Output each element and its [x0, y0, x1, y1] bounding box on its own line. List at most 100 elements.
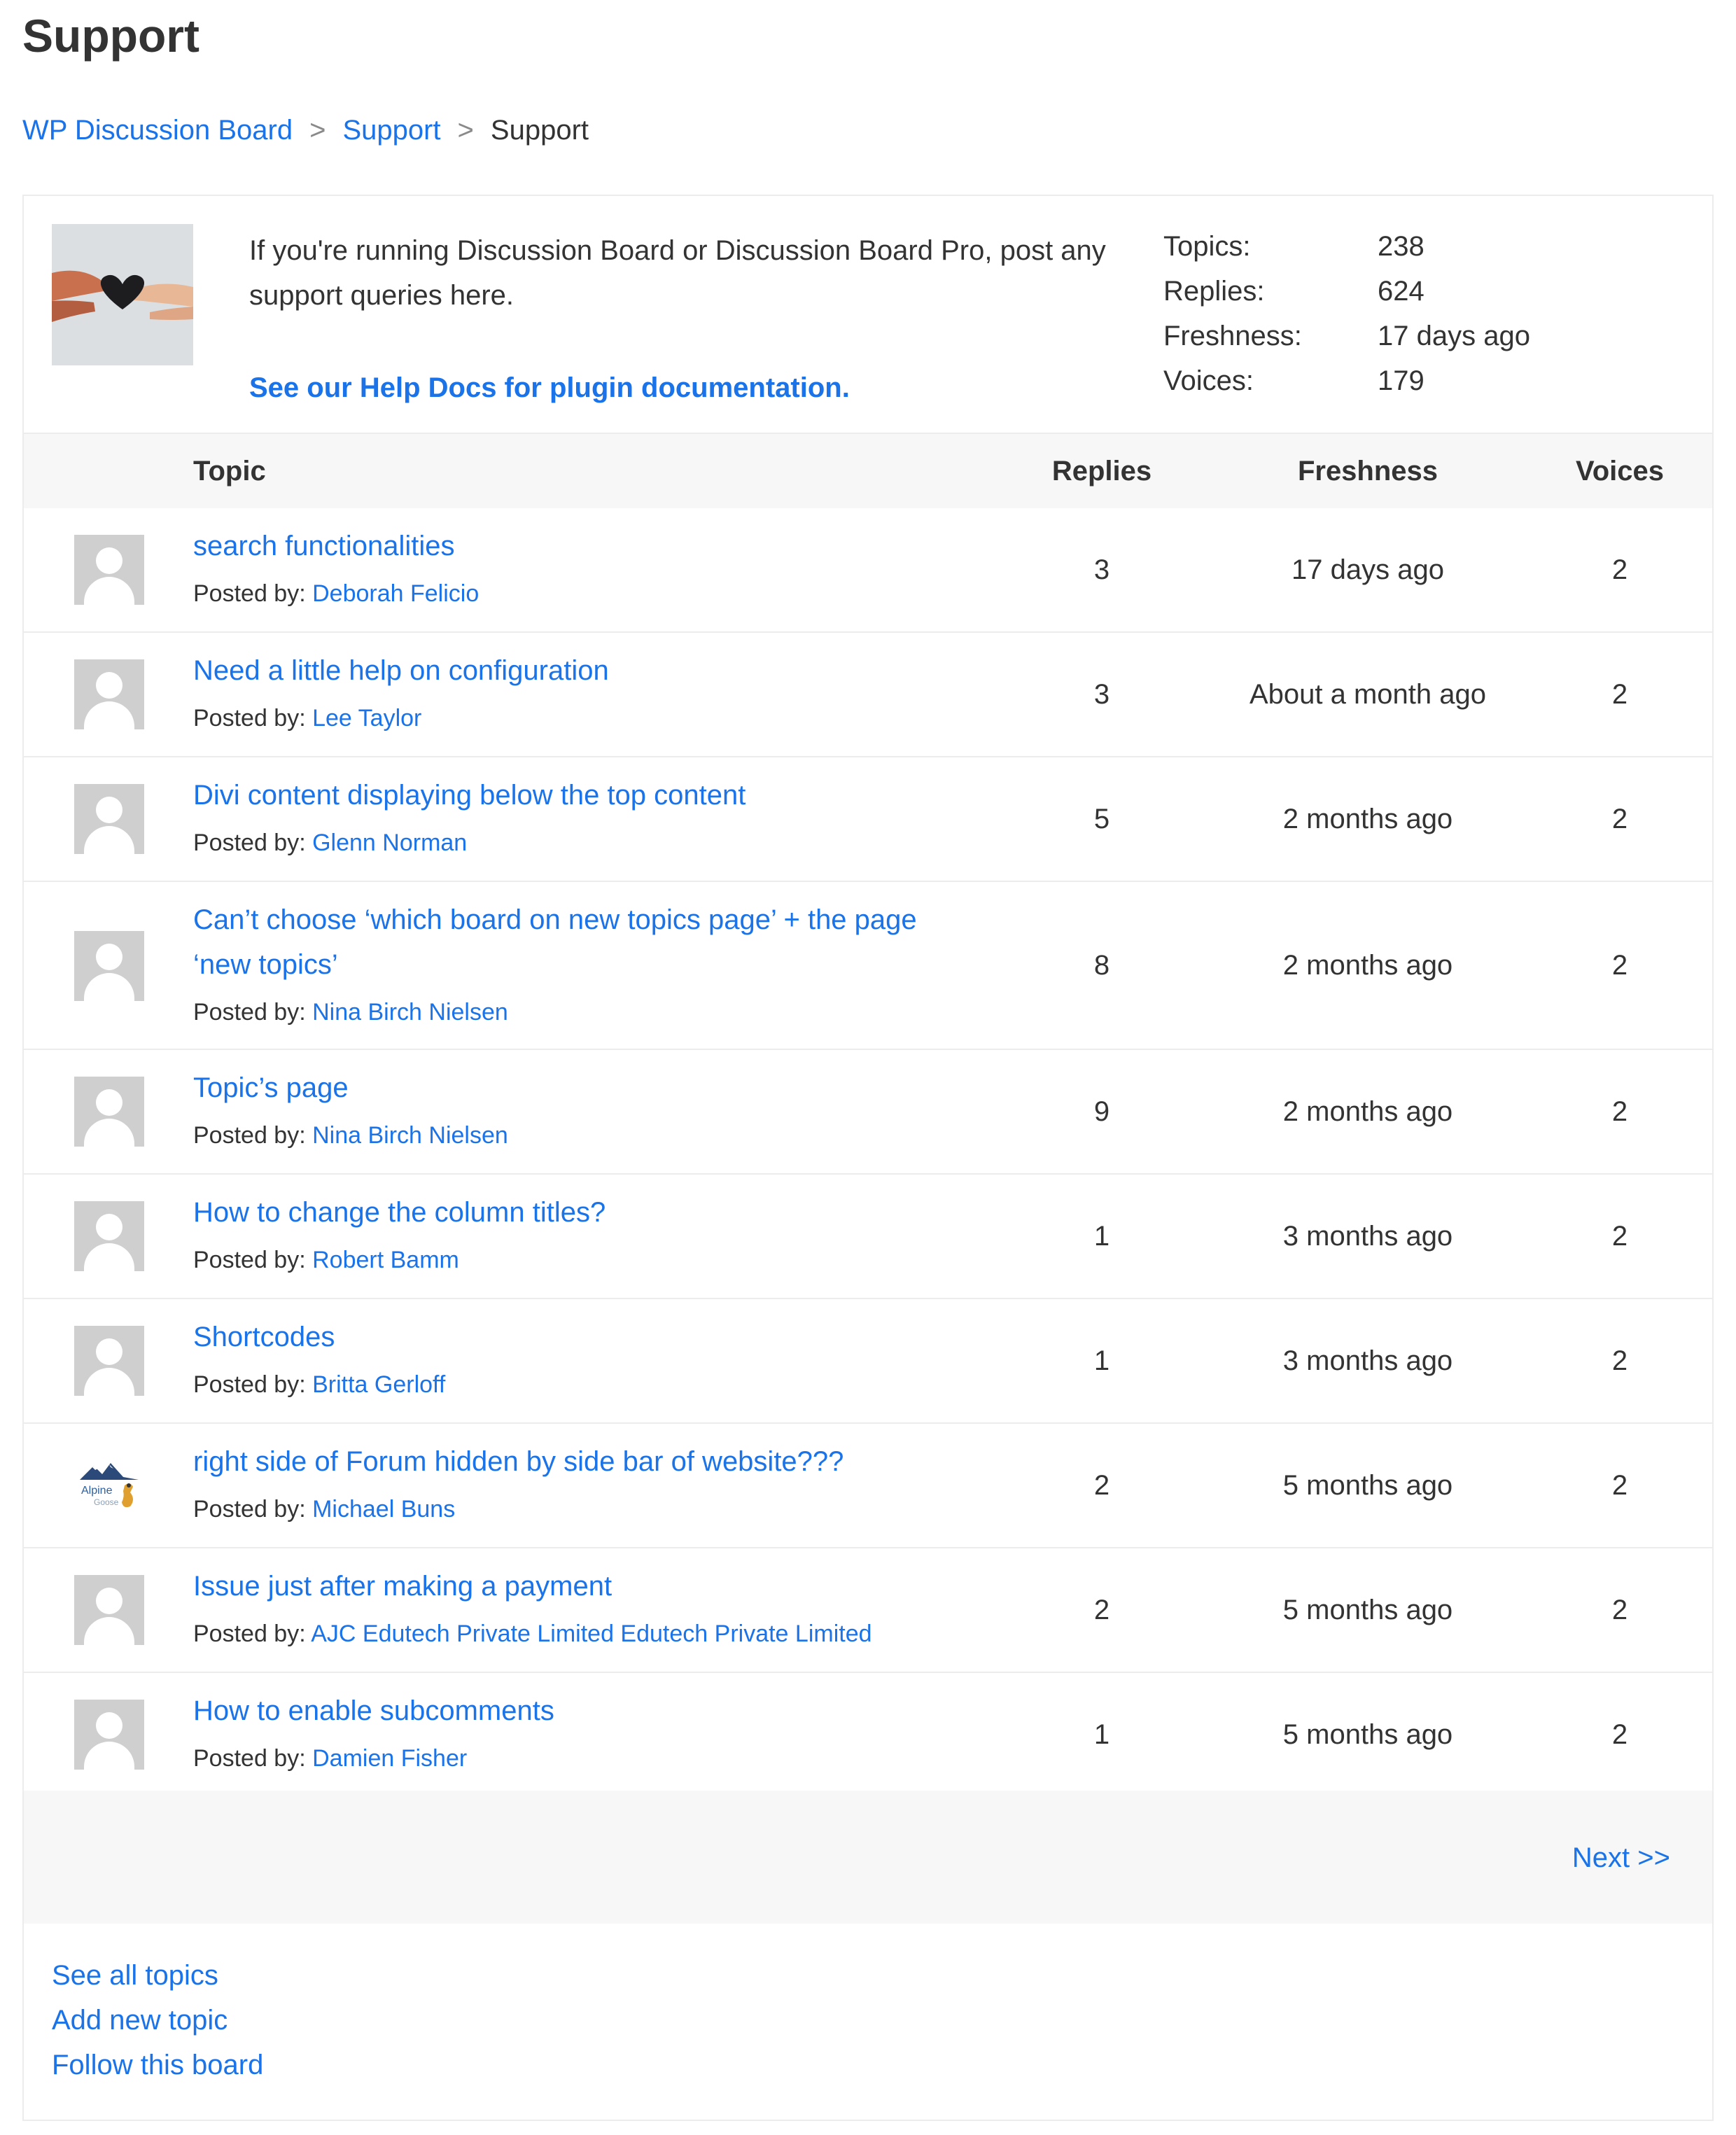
- topic-cell: right side of Forum hidden by side bar o…: [193, 1439, 977, 1527]
- stat-freshness: Freshness: 17 days ago: [1163, 314, 1530, 358]
- author-link[interactable]: Damien Fisher: [312, 1745, 467, 1772]
- topic-cell: How to enable subcomments Posted by: Dami…: [193, 1688, 977, 1777]
- see-all-topics-link[interactable]: See all topics: [52, 1953, 263, 1998]
- author-link[interactable]: Deborah Felicio: [312, 580, 479, 607]
- topic-title-link[interactable]: How to change the column titles?: [193, 1190, 977, 1235]
- freshness-value: 2 months ago: [1282, 803, 1453, 834]
- table-row: search functionalities Posted by: Deborah…: [24, 508, 1712, 633]
- replies-count: 8: [1093, 949, 1110, 981]
- table-row: Need a little help on configuration Poste…: [24, 633, 1712, 757]
- pagination: Next >>: [24, 1791, 1712, 1924]
- avatar-head-shape: [96, 547, 122, 574]
- user-avatar: [74, 1326, 144, 1396]
- breadcrumb-link-support[interactable]: Support: [342, 112, 440, 148]
- posted-by: Posted by: Michael Buns: [193, 1491, 977, 1527]
- avatar-body-shape: [84, 1742, 134, 1770]
- user-avatar: [74, 535, 144, 605]
- topic-title-link[interactable]: Divi content displaying below the top co…: [193, 773, 977, 818]
- table-row: Issue just after making a payment Posted …: [24, 1548, 1712, 1673]
- topic-title-link[interactable]: How to enable subcomments: [193, 1688, 977, 1733]
- author-link[interactable]: Glenn Norman: [312, 830, 467, 856]
- user-avatar: [74, 784, 144, 854]
- user-avatar: [74, 1201, 144, 1271]
- author-link[interactable]: Robert Bamm: [312, 1247, 459, 1273]
- board-actions: See all topics Add new topic Follow this…: [52, 1953, 263, 2087]
- freshness-value: About a month ago: [1249, 678, 1487, 710]
- topic-list: search functionalities Posted by: Deborah…: [24, 508, 1712, 1798]
- breadcrumb-separator: >: [309, 115, 326, 146]
- posted-by-label: Posted by:: [193, 999, 306, 1026]
- topic-cell: Shortcodes Posted by: Britta Gerloff: [193, 1315, 977, 1403]
- breadcrumb-link-discussion-board[interactable]: WP Discussion Board: [22, 112, 293, 148]
- stat-label: Freshness:: [1163, 321, 1302, 351]
- board-description: If you're running Discussion Board or Di…: [249, 235, 1106, 311]
- posted-by: Posted by: AJC Edutech Private Limited E…: [193, 1616, 977, 1652]
- topic-title-link[interactable]: Topic’s page: [193, 1065, 977, 1110]
- author-link[interactable]: Michael Buns: [312, 1496, 455, 1522]
- board-stats: Topics: 238 Replies: 624 Freshness: 17 d…: [1163, 224, 1530, 403]
- posted-by-label: Posted by:: [193, 1745, 306, 1772]
- add-new-topic-link[interactable]: Add new topic: [52, 1998, 263, 2043]
- topic-cell: Issue just after making a payment Posted …: [193, 1564, 977, 1652]
- replies-count: 3: [1093, 678, 1110, 710]
- posted-by-label: Posted by:: [193, 1371, 306, 1398]
- replies-count: 2: [1093, 1469, 1110, 1501]
- avatar-body-shape: [84, 973, 134, 1001]
- logo-text: Goose: [94, 1497, 119, 1507]
- avatar-body-shape: [84, 1617, 134, 1645]
- user-avatar: [74, 1077, 144, 1147]
- topic-cell: How to change the column titles? Posted b…: [193, 1190, 977, 1278]
- replies-count: 1: [1093, 1718, 1110, 1750]
- voices-count: 2: [1611, 1096, 1628, 1127]
- freshness-value: 5 months ago: [1282, 1594, 1453, 1625]
- user-avatar-logo: Alpine Goose: [74, 1450, 144, 1520]
- voices-count: 2: [1611, 1594, 1628, 1625]
- stat-value: 238: [1378, 231, 1424, 262]
- follow-board-link[interactable]: Follow this board: [52, 2043, 263, 2087]
- board-info: If you're running Discussion Board or Di…: [24, 196, 1712, 433]
- table-row: Divi content displaying below the top co…: [24, 757, 1712, 882]
- avatar-head-shape: [96, 1338, 122, 1365]
- logo-text: Alpine: [81, 1485, 113, 1497]
- author-link[interactable]: Lee Taylor: [312, 705, 421, 732]
- author-link[interactable]: Nina Birch Nielsen: [312, 999, 508, 1026]
- replies-count: 3: [1093, 554, 1110, 585]
- stat-replies: Replies: 624: [1163, 269, 1530, 314]
- author-link[interactable]: Nina Birch Nielsen: [312, 1122, 508, 1149]
- stat-value: 624: [1378, 276, 1424, 307]
- topic-title-link[interactable]: right side of Forum hidden by side bar o…: [193, 1439, 977, 1484]
- stat-label: Replies:: [1163, 276, 1265, 307]
- help-docs-link[interactable]: See our Help Docs for plugin documentati…: [249, 365, 850, 410]
- user-avatar: [74, 659, 144, 729]
- table-row: Shortcodes Posted by: Britta Gerloff 1 3 mo…: [24, 1299, 1712, 1424]
- table-row: How to enable subcomments Posted by: Dami…: [24, 1673, 1712, 1798]
- heart-hands-image: [52, 224, 193, 365]
- topic-title-link[interactable]: Issue just after making a payment: [193, 1564, 977, 1609]
- topic-cell: Divi content displaying below the top co…: [193, 773, 977, 861]
- topic-title-link[interactable]: Can’t choose ‘which board on new topics …: [193, 897, 977, 987]
- avatar-head-shape: [96, 1588, 122, 1614]
- topic-cell: Can’t choose ‘which board on new topics …: [193, 897, 977, 1030]
- topic-title-link[interactable]: search functionalities: [193, 524, 977, 568]
- user-avatar: [74, 1575, 144, 1645]
- freshness-value: 3 months ago: [1282, 1345, 1453, 1376]
- author-link[interactable]: Britta Gerloff: [312, 1371, 445, 1398]
- topic-title-link[interactable]: Need a little help on configuration: [193, 648, 977, 693]
- next-page-link[interactable]: Next >>: [1572, 1838, 1670, 1877]
- avatar-head-shape: [96, 1712, 122, 1739]
- page-title: Support: [22, 10, 200, 62]
- author-link[interactable]: AJC Edutech Private Limited Edutech Priv…: [311, 1620, 872, 1647]
- avatar-head-shape: [96, 1214, 122, 1240]
- avatar-body-shape: [84, 826, 134, 854]
- freshness-value: 5 months ago: [1282, 1718, 1453, 1750]
- voices-count: 2: [1611, 1469, 1628, 1501]
- posted-by-label: Posted by:: [193, 1122, 306, 1149]
- replies-count: 9: [1093, 1096, 1110, 1127]
- breadcrumb: WP Discussion Board > Support > Support: [22, 112, 589, 148]
- topic-title-link[interactable]: Shortcodes: [193, 1315, 977, 1359]
- freshness-value: 2 months ago: [1282, 949, 1453, 981]
- voices-count: 2: [1611, 1718, 1628, 1750]
- topic-cell: Need a little help on configuration Poste…: [193, 648, 977, 736]
- table-row: How to change the column titles? Posted b…: [24, 1175, 1712, 1299]
- replies-count: 1: [1093, 1345, 1110, 1376]
